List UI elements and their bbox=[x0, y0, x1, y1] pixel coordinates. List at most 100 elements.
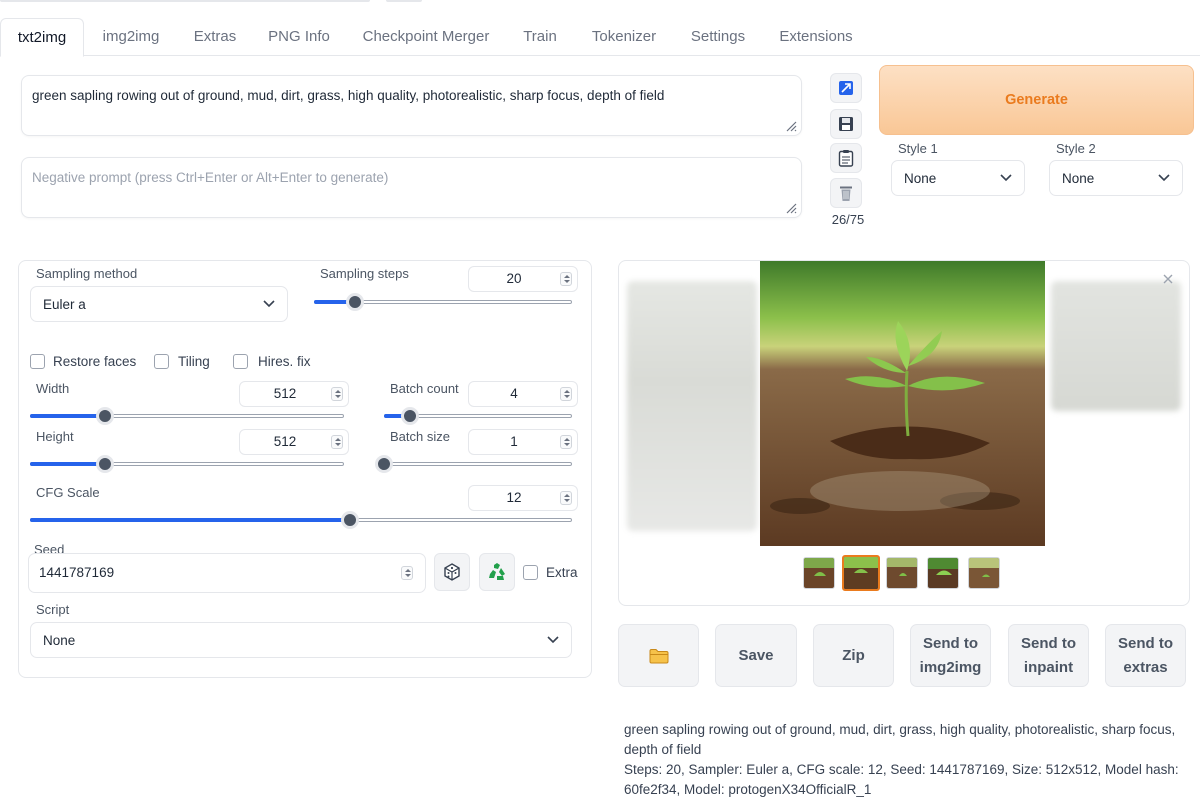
spinner-icon[interactable] bbox=[560, 435, 572, 449]
resize-handle-icon[interactable] bbox=[785, 202, 797, 214]
extra-seed-checkbox[interactable] bbox=[523, 565, 538, 580]
clipboard-icon bbox=[838, 150, 854, 167]
sampling-steps-label: Sampling steps bbox=[320, 266, 409, 281]
sampling-steps-input[interactable]: 20 bbox=[468, 266, 578, 292]
width-input[interactable]: 512 bbox=[239, 381, 349, 407]
slider-knob[interactable] bbox=[401, 407, 420, 425]
batch-size-label: Batch size bbox=[390, 429, 450, 444]
thumbnail-1[interactable] bbox=[803, 557, 835, 589]
thumbnail-5[interactable] bbox=[968, 557, 1000, 589]
token-counter: 26/75 bbox=[831, 212, 865, 227]
batch-count-slider[interactable] bbox=[384, 407, 572, 425]
style2-label: Style 2 bbox=[1056, 141, 1096, 156]
seed-value: 1441787169 bbox=[39, 565, 115, 580]
close-icon[interactable] bbox=[1162, 273, 1174, 285]
spinner-icon[interactable] bbox=[331, 435, 343, 449]
tab-extensions[interactable]: Extensions bbox=[768, 18, 864, 56]
send-to-inpaint-button[interactable]: Send to inpaint bbox=[1008, 624, 1089, 687]
negative-prompt-textarea[interactable]: Negative prompt (press Ctrl+Enter or Alt… bbox=[21, 157, 802, 218]
batch-count-label: Batch count bbox=[390, 381, 459, 396]
clear-prompt-button[interactable] bbox=[830, 178, 862, 208]
batch-size-value: 1 bbox=[510, 434, 518, 449]
send-to-img2img-line1: Send to bbox=[923, 634, 978, 652]
sampling-method-select[interactable]: Euler a bbox=[30, 286, 288, 322]
send-to-img2img-button[interactable]: Send to img2img bbox=[910, 624, 991, 687]
tab-checkpoint-merger[interactable]: Checkpoint Merger bbox=[350, 18, 502, 56]
generate-button[interactable]: Generate bbox=[879, 65, 1194, 135]
slider-knob[interactable] bbox=[96, 455, 115, 473]
slider-knob[interactable] bbox=[96, 407, 115, 425]
recycle-icon bbox=[489, 563, 505, 580]
extra-seed-label: Extra bbox=[546, 565, 578, 580]
sampling-method-label: Sampling method bbox=[36, 266, 138, 281]
dice-icon bbox=[444, 563, 460, 581]
blurred-preview-right bbox=[1051, 281, 1181, 411]
tiling-checkbox[interactable] bbox=[154, 354, 169, 369]
send-to-extras-button[interactable]: Send to extras bbox=[1105, 624, 1186, 687]
random-seed-button[interactable] bbox=[434, 553, 470, 591]
style1-value: None bbox=[904, 170, 937, 186]
width-slider[interactable] bbox=[30, 407, 344, 425]
width-label: Width bbox=[36, 381, 70, 396]
spinner-icon[interactable] bbox=[401, 566, 413, 580]
batch-count-input[interactable]: 4 bbox=[468, 381, 578, 407]
cfg-scale-input[interactable]: 12 bbox=[468, 485, 578, 511]
height-slider[interactable] bbox=[30, 455, 344, 473]
send-to-inpaint-line2: inpaint bbox=[1023, 658, 1074, 676]
slider-knob[interactable] bbox=[340, 511, 359, 529]
spinner-icon[interactable] bbox=[331, 387, 343, 401]
width-value: 512 bbox=[273, 386, 297, 401]
height-input[interactable]: 512 bbox=[239, 429, 349, 455]
cfg-scale-value: 12 bbox=[506, 490, 522, 505]
batch-size-input[interactable]: 1 bbox=[468, 429, 578, 455]
sampling-steps-value: 20 bbox=[506, 271, 522, 286]
prompt-text: green sapling rowing out of ground, mud,… bbox=[32, 88, 665, 103]
resize-handle-icon[interactable] bbox=[785, 120, 797, 132]
tab-settings[interactable]: Settings bbox=[680, 18, 756, 56]
send-to-inpaint-line1: Send to bbox=[1021, 634, 1076, 652]
generated-image[interactable] bbox=[760, 261, 1045, 546]
seed-input[interactable]: 1441787169 bbox=[28, 553, 426, 593]
prompt-textarea[interactable]: green sapling rowing out of ground, mud,… bbox=[21, 75, 802, 136]
tab-tokenizer[interactable]: Tokenizer bbox=[580, 18, 668, 56]
chevron-down-icon bbox=[1000, 174, 1012, 182]
tab-png-info[interactable]: PNG Info bbox=[258, 18, 340, 56]
height-value: 512 bbox=[273, 434, 297, 449]
generation-info-prompt: green sapling rowing out of ground, mud,… bbox=[624, 722, 1176, 757]
script-label: Script bbox=[36, 602, 70, 617]
reuse-seed-button[interactable] bbox=[479, 553, 515, 591]
open-folder-button[interactable] bbox=[618, 624, 699, 687]
tab-train[interactable]: Train bbox=[512, 18, 568, 56]
cfg-scale-slider[interactable] bbox=[30, 511, 572, 529]
script-select[interactable]: None bbox=[30, 622, 572, 658]
batch-size-slider[interactable] bbox=[375, 455, 572, 473]
hires-fix-checkbox[interactable] bbox=[233, 354, 248, 369]
tab-txt2img[interactable]: txt2img bbox=[0, 18, 84, 57]
spinner-icon[interactable] bbox=[560, 272, 572, 286]
save-style-button[interactable] bbox=[830, 109, 862, 139]
paste-style-button[interactable] bbox=[830, 143, 862, 173]
chevron-down-icon bbox=[547, 636, 559, 644]
slider-knob[interactable] bbox=[375, 455, 393, 473]
thumbnail-4[interactable] bbox=[927, 557, 959, 589]
chevron-down-icon bbox=[1158, 174, 1170, 182]
style2-select[interactable]: None bbox=[1049, 160, 1183, 196]
restore-faces-label: Restore faces bbox=[53, 354, 137, 369]
style1-select[interactable]: None bbox=[891, 160, 1025, 196]
read-params-button[interactable] bbox=[830, 73, 862, 103]
save-button[interactable]: Save bbox=[715, 624, 797, 687]
send-to-extras-line2: extras bbox=[1123, 658, 1168, 676]
spinner-icon[interactable] bbox=[560, 491, 572, 505]
restore-faces-checkbox[interactable] bbox=[30, 354, 45, 369]
zip-button[interactable]: Zip bbox=[813, 624, 894, 687]
spinner-icon[interactable] bbox=[560, 387, 572, 401]
tab-img2img[interactable]: img2img bbox=[90, 18, 172, 56]
sampling-steps-slider[interactable] bbox=[314, 293, 572, 311]
folder-icon bbox=[649, 648, 668, 663]
tab-extras[interactable]: Extras bbox=[182, 18, 248, 56]
thumbnail-3[interactable] bbox=[886, 557, 918, 589]
thumbnail-2[interactable] bbox=[842, 555, 880, 591]
sampling-method-value: Euler a bbox=[43, 296, 86, 312]
cfg-scale-label: CFG Scale bbox=[36, 485, 100, 500]
slider-knob[interactable] bbox=[346, 293, 365, 311]
